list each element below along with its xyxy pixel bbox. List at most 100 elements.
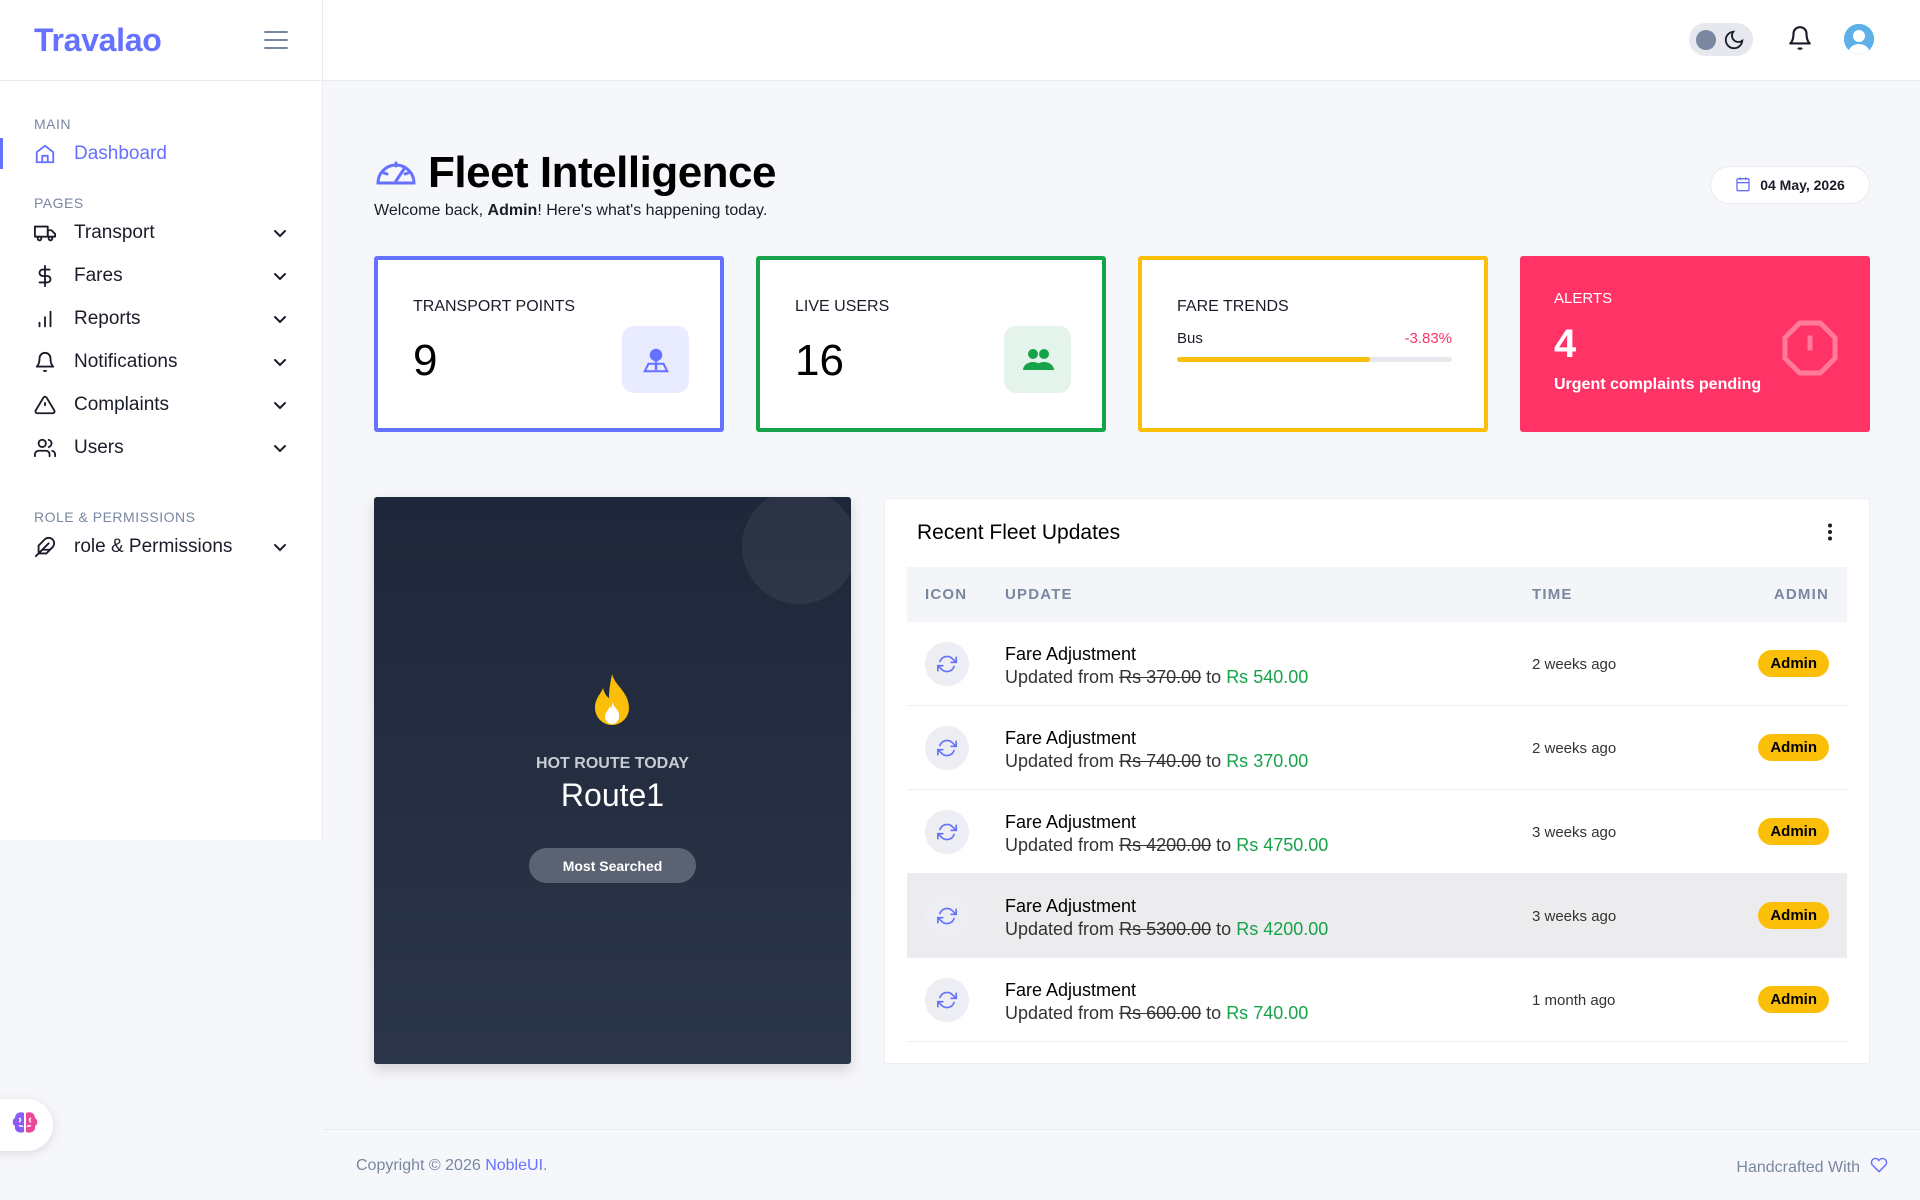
welcome-suffix: ! Here's what's happening today.	[537, 202, 768, 219]
update-detail: Updated from Rs 4200.00 to Rs 4750.00	[1005, 835, 1328, 856]
refresh-icon	[925, 978, 969, 1022]
refresh-icon	[925, 810, 969, 854]
fleet-updates-card: Recent Fleet Updates ICON UPDATE TIME AD…	[884, 498, 1870, 1064]
kpi-label: ALERTS	[1554, 290, 1613, 307]
new-fare: Rs 4750.00	[1236, 835, 1329, 855]
decorative-circle	[742, 497, 851, 604]
sidebar-item-label: Transport	[74, 221, 155, 243]
sidebar-item-label: role & Permissions	[74, 535, 233, 557]
chevron-down-icon	[272, 354, 288, 370]
chevron-down-icon	[272, 268, 288, 284]
hot-route-name: Route1	[560, 777, 665, 813]
copyright: Copyright © 2026 NobleUI.	[356, 1157, 547, 1175]
topbar	[323, 0, 1920, 81]
handcrafted-text: Handcrafted With	[1736, 1158, 1860, 1176]
nobleui-link[interactable]: NobleUI	[485, 1157, 543, 1174]
sidebar-item-users[interactable]: Users	[0, 426, 322, 469]
refresh-icon	[925, 726, 969, 770]
heart-icon	[1870, 1157, 1888, 1178]
truck-icon	[34, 222, 56, 244]
ai-assistant-button[interactable]	[0, 1099, 53, 1151]
sidebar-item-dashboard[interactable]: Dashboard	[0, 132, 322, 175]
column-header-icon: ICON	[925, 586, 968, 603]
kpi-transport-points[interactable]: TRANSPORT POINTS 9	[374, 256, 724, 432]
nav-section-main: MAIN	[34, 116, 71, 132]
date-picker[interactable]: 04 May, 2026	[1710, 166, 1870, 204]
menu-toggle-icon[interactable]	[263, 29, 289, 51]
kpi-value: 4	[1554, 322, 1577, 366]
bar-chart-icon	[34, 308, 56, 330]
date-label: 04 May, 2026	[1760, 177, 1845, 193]
from-label: Updated from	[1005, 667, 1115, 687]
calendar-icon	[1735, 176, 1751, 195]
old-fare: Rs 740.00	[1119, 751, 1202, 771]
footer: Copyright © 2026 NobleUI. Handcrafted Wi…	[323, 1129, 1920, 1200]
welcome-user: Admin	[487, 202, 538, 219]
update-title: Fare Adjustment	[1005, 644, 1137, 664]
table-row[interactable]: Fare Adjustment Updated from Rs 600.00 t…	[907, 958, 1847, 1042]
column-header-admin: ADMIN	[1773, 586, 1829, 603]
dollar-icon	[34, 264, 56, 287]
update-time: 1 month ago	[1532, 992, 1616, 1009]
new-fare: Rs 740.00	[1226, 1003, 1309, 1023]
nav-section-roles: ROLE & PERMISSIONS	[34, 509, 196, 525]
update-time: 2 weeks ago	[1532, 740, 1617, 757]
admin-badge: Admin	[1758, 986, 1829, 1013]
sidebar-item-reports[interactable]: Reports	[0, 297, 322, 340]
fare-row: Bus -3.83%	[1177, 330, 1452, 347]
admin-badge: Admin	[1758, 650, 1829, 677]
from-label: Updated from	[1005, 751, 1115, 771]
from-label: Updated from	[1005, 919, 1115, 939]
table-header: ICON UPDATE TIME ADMIN	[907, 567, 1847, 622]
sidebar-item-notifications[interactable]: Notifications	[0, 340, 322, 383]
more-vertical-icon[interactable]	[1827, 523, 1833, 546]
copyright-period: .	[543, 1157, 548, 1174]
old-fare: Rs 5300.00	[1119, 919, 1212, 939]
kpi-live-users[interactable]: LIVE USERS 16	[756, 256, 1106, 432]
update-detail: Updated from Rs 600.00 to Rs 740.00	[1005, 1003, 1308, 1024]
brand-logo[interactable]: Travalao	[34, 22, 162, 59]
fire-icon	[589, 672, 635, 733]
most-searched-button[interactable]: Most Searched	[529, 848, 696, 883]
to-label: to	[1216, 919, 1232, 939]
kpi-fare-trends[interactable]: FARE TRENDS Bus -3.83%	[1138, 256, 1488, 432]
hot-route-card: HOT ROUTE TODAY Route1 Most Searched	[374, 497, 851, 1064]
notification-bell-icon[interactable]	[1787, 24, 1813, 57]
sidebar-header: Travalao	[0, 0, 322, 81]
refresh-icon	[925, 894, 969, 938]
sidebar-item-label: Notifications	[74, 350, 178, 372]
table-row[interactable]: Fare Adjustment Updated from Rs 5300.00 …	[907, 874, 1847, 958]
brain-icon	[11, 1110, 39, 1141]
table-row[interactable]: Fare Adjustment Updated from Rs 4200.00 …	[907, 790, 1847, 874]
theme-toggle[interactable]	[1689, 23, 1753, 56]
kpi-label: LIVE USERS	[795, 298, 890, 315]
welcome-text: Welcome back, Admin! Here's what's happe…	[374, 202, 767, 220]
user-avatar[interactable]	[1844, 24, 1874, 54]
update-detail: Updated from Rs 370.00 to Rs 540.00	[1005, 667, 1308, 688]
chevron-down-icon	[272, 397, 288, 413]
fare-change: -3.83%	[1404, 330, 1452, 347]
table-row[interactable]: Fare Adjustment Updated from Rs 740.00 t…	[907, 706, 1847, 790]
sidebar-item-fares[interactable]: Fares	[0, 254, 322, 297]
page-title: Fleet Intelligence	[428, 148, 776, 197]
kpi-alerts[interactable]: ALERTS 4 Urgent complaints pending	[1520, 256, 1870, 432]
admin-badge: Admin	[1758, 818, 1829, 845]
kpi-label: FARE TRENDS	[1177, 298, 1289, 315]
new-fare: Rs 370.00	[1226, 751, 1309, 771]
sidebar-item-transport[interactable]: Transport	[0, 211, 322, 254]
sidebar: Travalao MAIN Dashboard PAGES Transport …	[0, 0, 323, 840]
new-fare: Rs 540.00	[1226, 667, 1309, 687]
old-fare: Rs 370.00	[1119, 667, 1202, 687]
sidebar-item-complaints[interactable]: Complaints	[0, 383, 322, 426]
sidebar-item-role-permissions[interactable]: role & Permissions	[0, 525, 322, 568]
new-fare: Rs 4200.00	[1236, 919, 1329, 939]
column-header-time: TIME	[1532, 586, 1573, 603]
table-row[interactable]: Fare Adjustment Updated from Rs 370.00 t…	[907, 622, 1847, 706]
fare-mode: Bus	[1177, 330, 1203, 347]
refresh-icon	[925, 642, 969, 686]
sidebar-item-label: Complaints	[74, 393, 170, 415]
update-detail: Updated from Rs 740.00 to Rs 370.00	[1005, 751, 1308, 772]
bell-icon	[34, 351, 56, 373]
kpi-value: 16	[795, 336, 844, 385]
sidebar-item-label: Dashboard	[74, 142, 167, 164]
